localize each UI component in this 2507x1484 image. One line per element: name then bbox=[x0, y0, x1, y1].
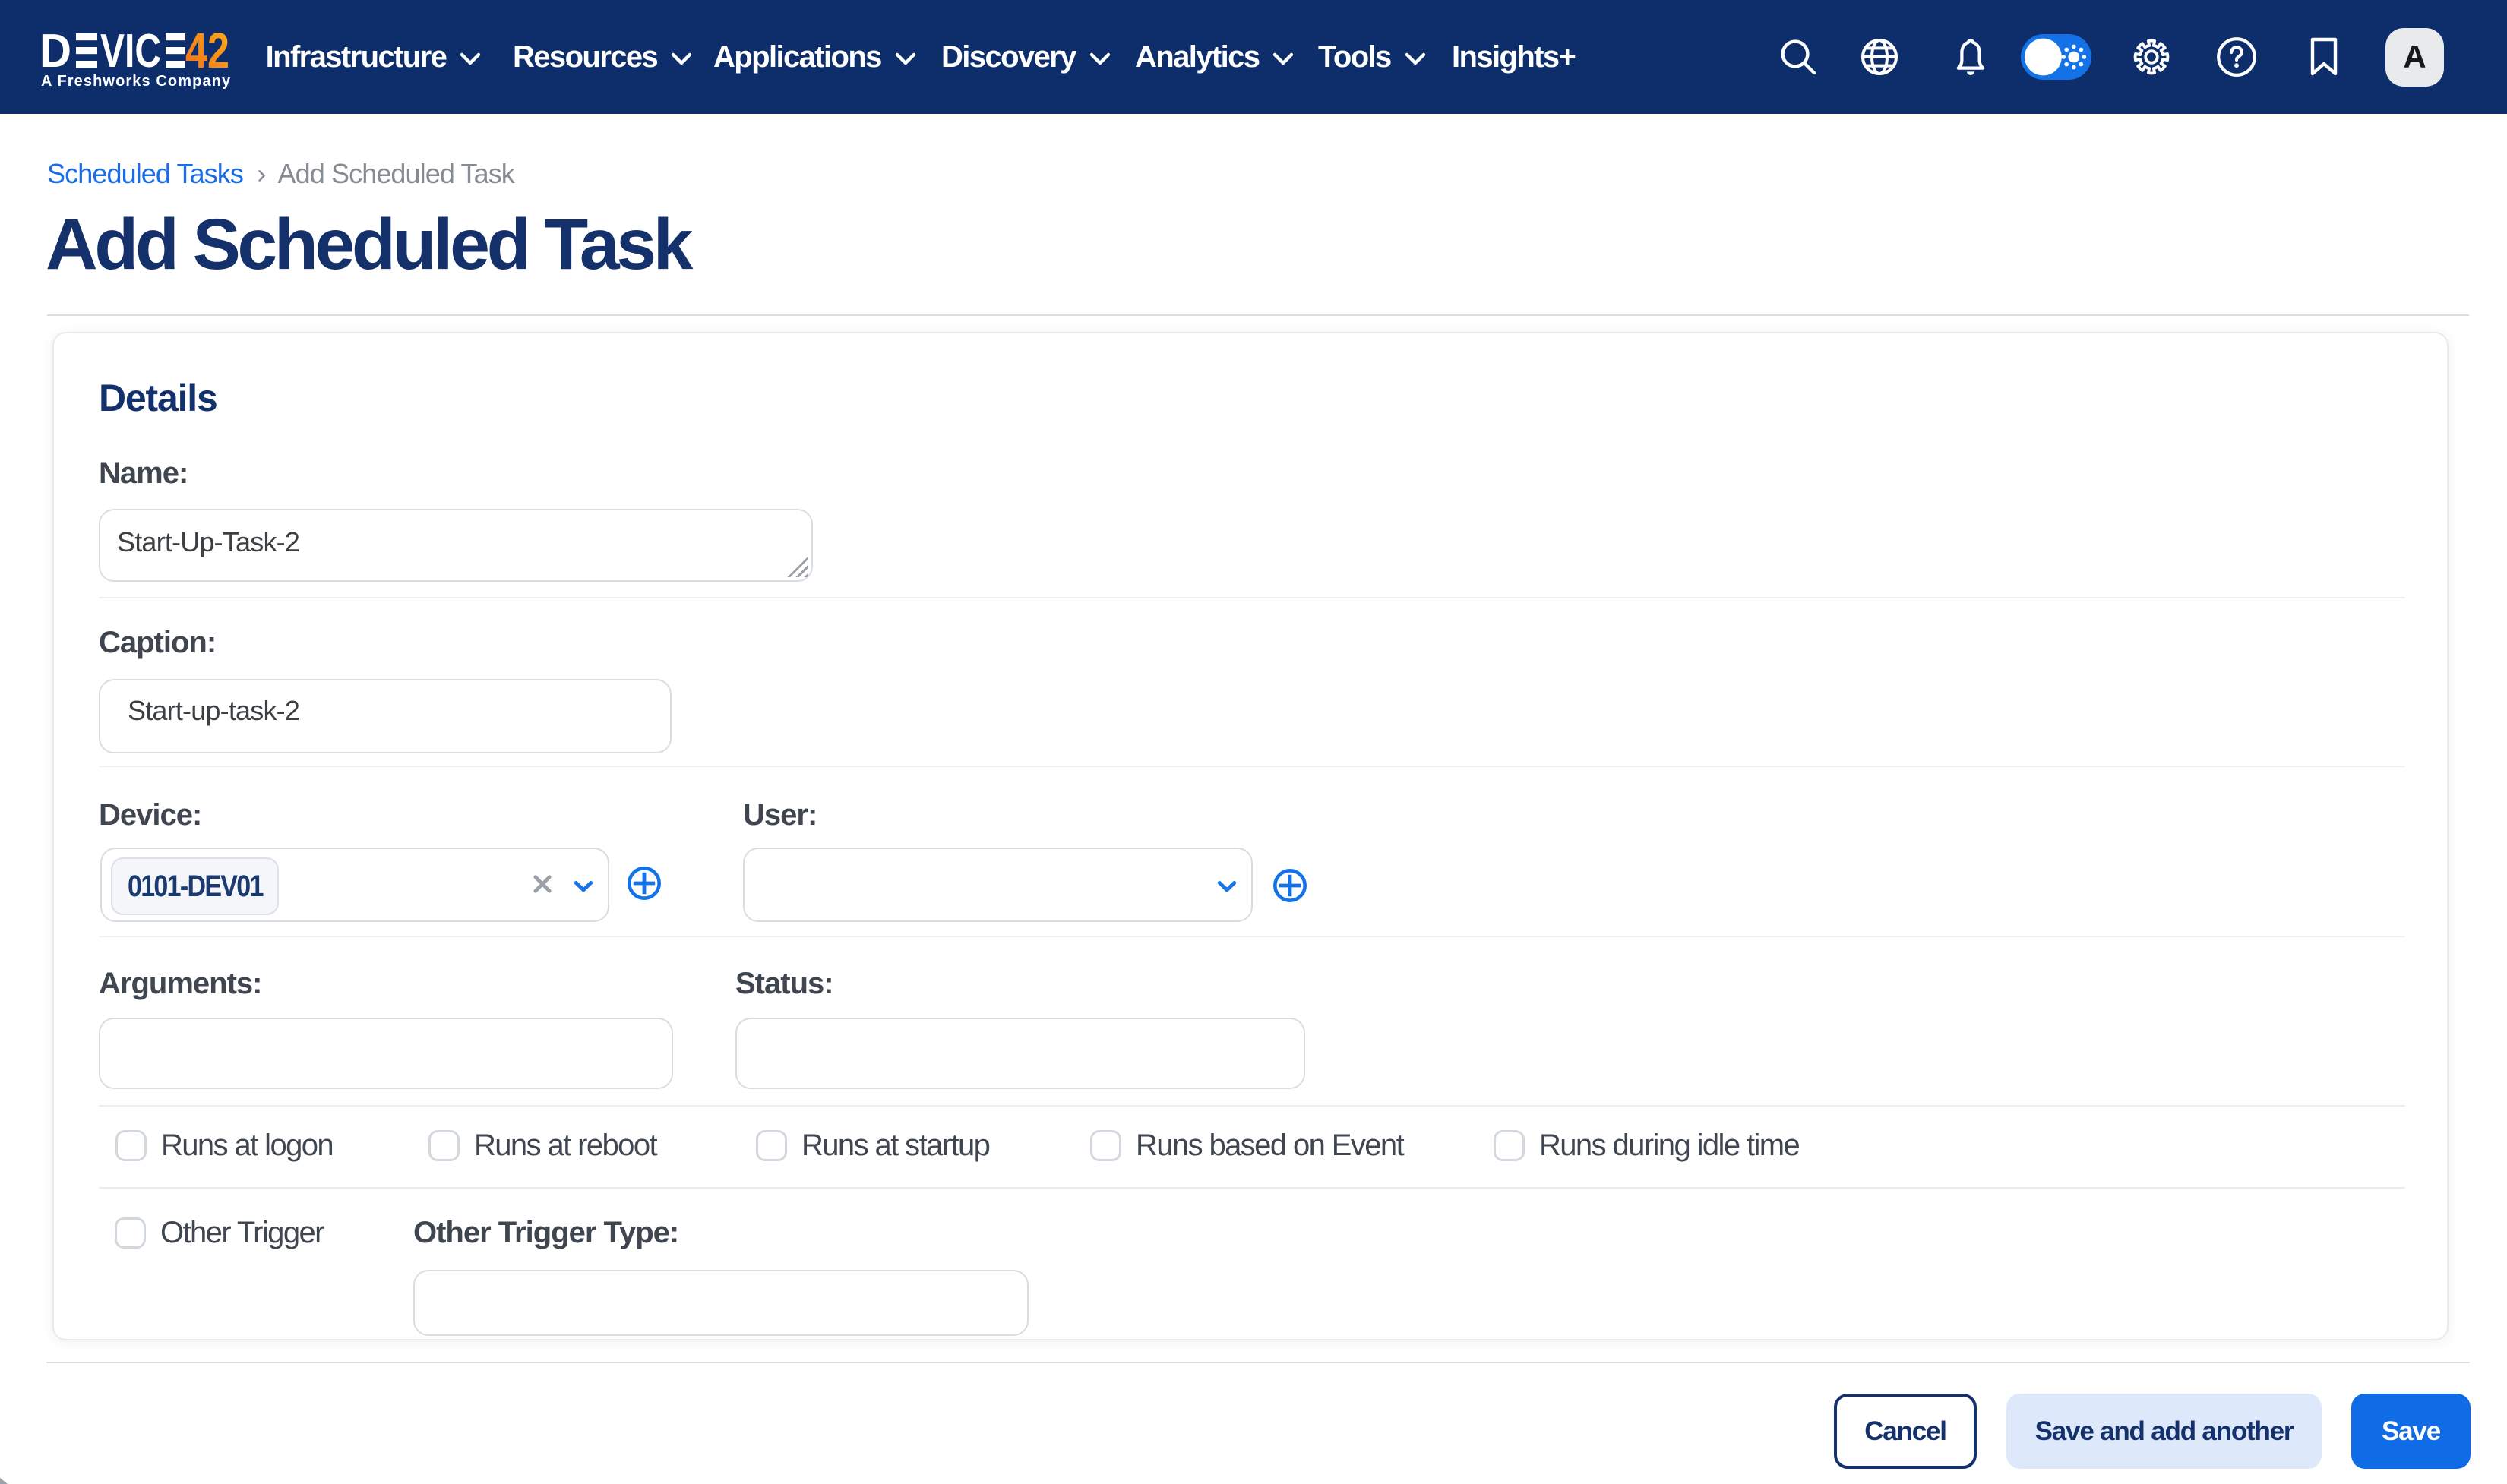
svg-text:D: D bbox=[40, 25, 71, 77]
svg-text:A Freshworks Company: A Freshworks Company bbox=[41, 73, 231, 90]
svg-text:VIC: VIC bbox=[100, 25, 161, 77]
svg-text:42: 42 bbox=[185, 22, 229, 78]
